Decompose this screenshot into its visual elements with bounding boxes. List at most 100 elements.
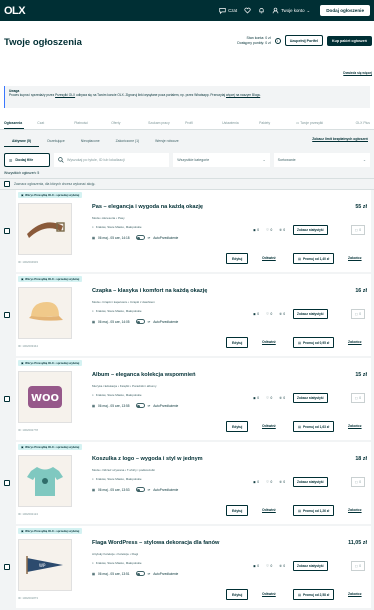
post-ad-button[interactable]: Dodaj ogłoszenie xyxy=(320,5,370,16)
learn-more-link[interactable]: Dowiedz się więcej xyxy=(343,71,372,75)
eye-icon: ◉ xyxy=(253,564,256,568)
messages-count: 0 xyxy=(359,480,361,484)
finish-link[interactable]: Zakończ xyxy=(348,592,362,596)
promote-icon: ▤ xyxy=(298,256,302,261)
free-limit-link[interactable]: Zobacz limit bezpłatnych ogłoszeń xyxy=(312,137,368,141)
heart-icon[interactable] xyxy=(243,7,251,15)
listing-row: ▣ Wśrys Przesyłką OLX • sprzedaj szybciej… xyxy=(0,442,374,526)
listing-thumbnail[interactable] xyxy=(18,455,72,507)
auto-renew-toggle[interactable] xyxy=(135,235,145,240)
statistics-button[interactable]: Zobacz statystyki xyxy=(293,393,328,403)
listing-checkbox[interactable] xyxy=(4,480,10,486)
select-all-checkbox[interactable] xyxy=(4,181,10,187)
chat-link[interactable]: Czat xyxy=(218,7,237,15)
listing-thumbnail[interactable]: WOO xyxy=(18,371,72,423)
calls-count: 0 xyxy=(283,312,286,316)
listing-checkbox[interactable] xyxy=(4,564,10,570)
subtab-active[interactable]: Aktywne (5) xyxy=(4,136,40,147)
search-input[interactable]: Wyszukaj po tytule, ID lub lokalizacji xyxy=(54,153,170,167)
calls-count: 0 xyxy=(283,564,286,568)
account-menu[interactable]: Twoje konto ⌄ xyxy=(271,7,310,15)
listing-title[interactable]: Album – eleganca kolekcja wspomnień xyxy=(92,372,196,378)
tab-platnosci[interactable]: Płatności xyxy=(74,121,111,125)
auto-renew-icon: ⟳ xyxy=(147,319,151,324)
tab-profil[interactable]: Profil xyxy=(185,121,222,125)
listing-thumbnail[interactable]: WP xyxy=(18,539,72,591)
listing-title[interactable]: Koszulka z logo – wygoda i styl w jednym xyxy=(92,456,203,462)
finish-link[interactable]: Zakończ xyxy=(348,424,362,428)
finish-link[interactable]: Zakończ xyxy=(348,508,362,512)
subtab-finished[interactable]: Zakończone (1) xyxy=(108,136,148,146)
subtab-drafts[interactable]: Wersje robocze xyxy=(147,136,187,146)
edit-button[interactable]: Edytuj xyxy=(226,505,249,516)
listing-card: ▣ Wśrys Przesyłką OLX • sprzedaj szybciej… xyxy=(16,526,371,608)
location-pin-icon: ⌖ xyxy=(92,393,94,397)
refresh-link[interactable]: Odśwież xyxy=(262,256,276,260)
promote-button[interactable]: ▤ Promuj od 2,58 zł xyxy=(293,589,335,600)
messages-button[interactable]: ▢ 0 xyxy=(350,477,365,487)
messages-button[interactable]: ▢ 0 xyxy=(350,393,365,403)
statistics-button[interactable]: Zobacz statystyki xyxy=(293,477,328,487)
listing-checkbox[interactable] xyxy=(4,312,10,318)
edit-button[interactable]: Edytuj xyxy=(226,421,249,432)
auto-renew-toggle[interactable] xyxy=(135,571,145,576)
topup-wallet-button[interactable]: Uzupełnij Portfel xyxy=(284,35,324,46)
listing-title[interactable]: Czapka – klasyka i komfort na każdą okaz… xyxy=(92,288,207,294)
location-pin-icon: ⌖ xyxy=(92,225,94,229)
edit-button[interactable]: Edytuj xyxy=(226,253,249,264)
edit-button[interactable]: Edytuj xyxy=(226,589,249,600)
info-icon[interactable]: i xyxy=(274,37,281,44)
notice-link-shipping[interactable]: Przesyłki OLX xyxy=(55,93,75,97)
listing-title[interactable]: Pas – elegancja i wygoda na każdą okazję xyxy=(92,204,203,210)
finish-link[interactable]: Zakończ xyxy=(348,256,362,260)
auto-renew-toggle[interactable] xyxy=(135,319,145,324)
likes-stat: ♡ 0 xyxy=(266,564,272,568)
olx-logo[interactable]: OLX xyxy=(4,5,26,17)
listing-title[interactable]: Flaga WordPress – stylowa dekoracja dla … xyxy=(92,540,219,546)
messages-button[interactable]: ▢ 0 xyxy=(350,309,365,319)
subtab-unpaid[interactable]: Nieopłacone xyxy=(73,136,108,146)
listing-thumbnail[interactable] xyxy=(18,203,72,255)
refresh-link[interactable]: Odśwież xyxy=(262,340,276,344)
statistics-button[interactable]: Zobacz statystyki xyxy=(293,309,328,319)
tab-oferty[interactable]: Oferty xyxy=(111,121,148,125)
tab-przesylki[interactable]: ▭ Twoje przesyłki xyxy=(296,121,348,125)
add-filter-button[interactable]: ☰ Dodaj filtr xyxy=(4,153,50,167)
listing-checkbox[interactable] xyxy=(4,396,10,402)
promote-button[interactable]: ▤ Promuj od 1,26 zł xyxy=(293,505,335,516)
statistics-button[interactable]: Zobacz statystyki xyxy=(293,225,328,235)
listing-thumbnail[interactable] xyxy=(18,287,72,339)
statistics-button[interactable]: Zobacz statystyki xyxy=(293,561,328,571)
edit-button[interactable]: Edytuj xyxy=(226,337,249,348)
messages-count: 0 xyxy=(359,228,361,232)
messages-button[interactable]: ▢ 0 xyxy=(350,225,365,235)
listing-id: ID: 1002003344 xyxy=(18,344,38,348)
tab-szukam-pracy[interactable]: Szukam pracy xyxy=(148,121,185,125)
refresh-link[interactable]: Odśwież xyxy=(262,508,276,512)
bell-icon[interactable] xyxy=(257,7,265,15)
subtab-pending[interactable]: Oczekujące xyxy=(39,136,73,146)
listings-container: ▣ Wśrys Przesyłką OLX • sprzedaj szybciej… xyxy=(0,190,374,610)
messages-button[interactable]: ▢ 0 xyxy=(350,561,365,571)
location-pin-icon: ⌖ xyxy=(92,309,94,313)
listing-price: 55 zł xyxy=(355,204,367,210)
category-select[interactable]: Wszystkie kategorie ⌄ xyxy=(173,153,270,167)
tab-czat[interactable]: Czat xyxy=(37,121,74,125)
promote-button[interactable]: ▤ Promuj od 1,63 zł xyxy=(293,421,335,432)
finish-link[interactable]: Zakończ xyxy=(348,340,362,344)
notice-link-blog[interactable]: więcej na naszym Blogu xyxy=(226,93,260,97)
tab-ustawienia[interactable]: Ustawienia xyxy=(222,121,259,125)
sort-select[interactable]: Sortowanie ⌄ xyxy=(273,153,370,167)
refresh-link[interactable]: Odśwież xyxy=(262,424,276,428)
auto-renew-toggle[interactable] xyxy=(135,403,145,408)
promote-button[interactable]: ▤ Promuj od 1,40 zł xyxy=(293,253,335,264)
tab-ogloszenia[interactable]: Ogłoszenia xyxy=(4,121,37,125)
promote-button[interactable]: ▤ Promuj od 0,95 zł xyxy=(293,337,335,348)
listing-checkbox[interactable] xyxy=(4,228,10,234)
refresh-link[interactable]: Odśwież xyxy=(262,592,276,596)
auto-renew-toggle[interactable] xyxy=(135,487,145,492)
notice-end: . xyxy=(260,93,262,98)
tab-pakiety[interactable]: Pakiety xyxy=(259,121,296,125)
buy-package-button[interactable]: Kup pakiet ogłoszeń xyxy=(327,35,372,46)
tab-olx-plus[interactable]: OLX Plus xyxy=(348,121,370,125)
